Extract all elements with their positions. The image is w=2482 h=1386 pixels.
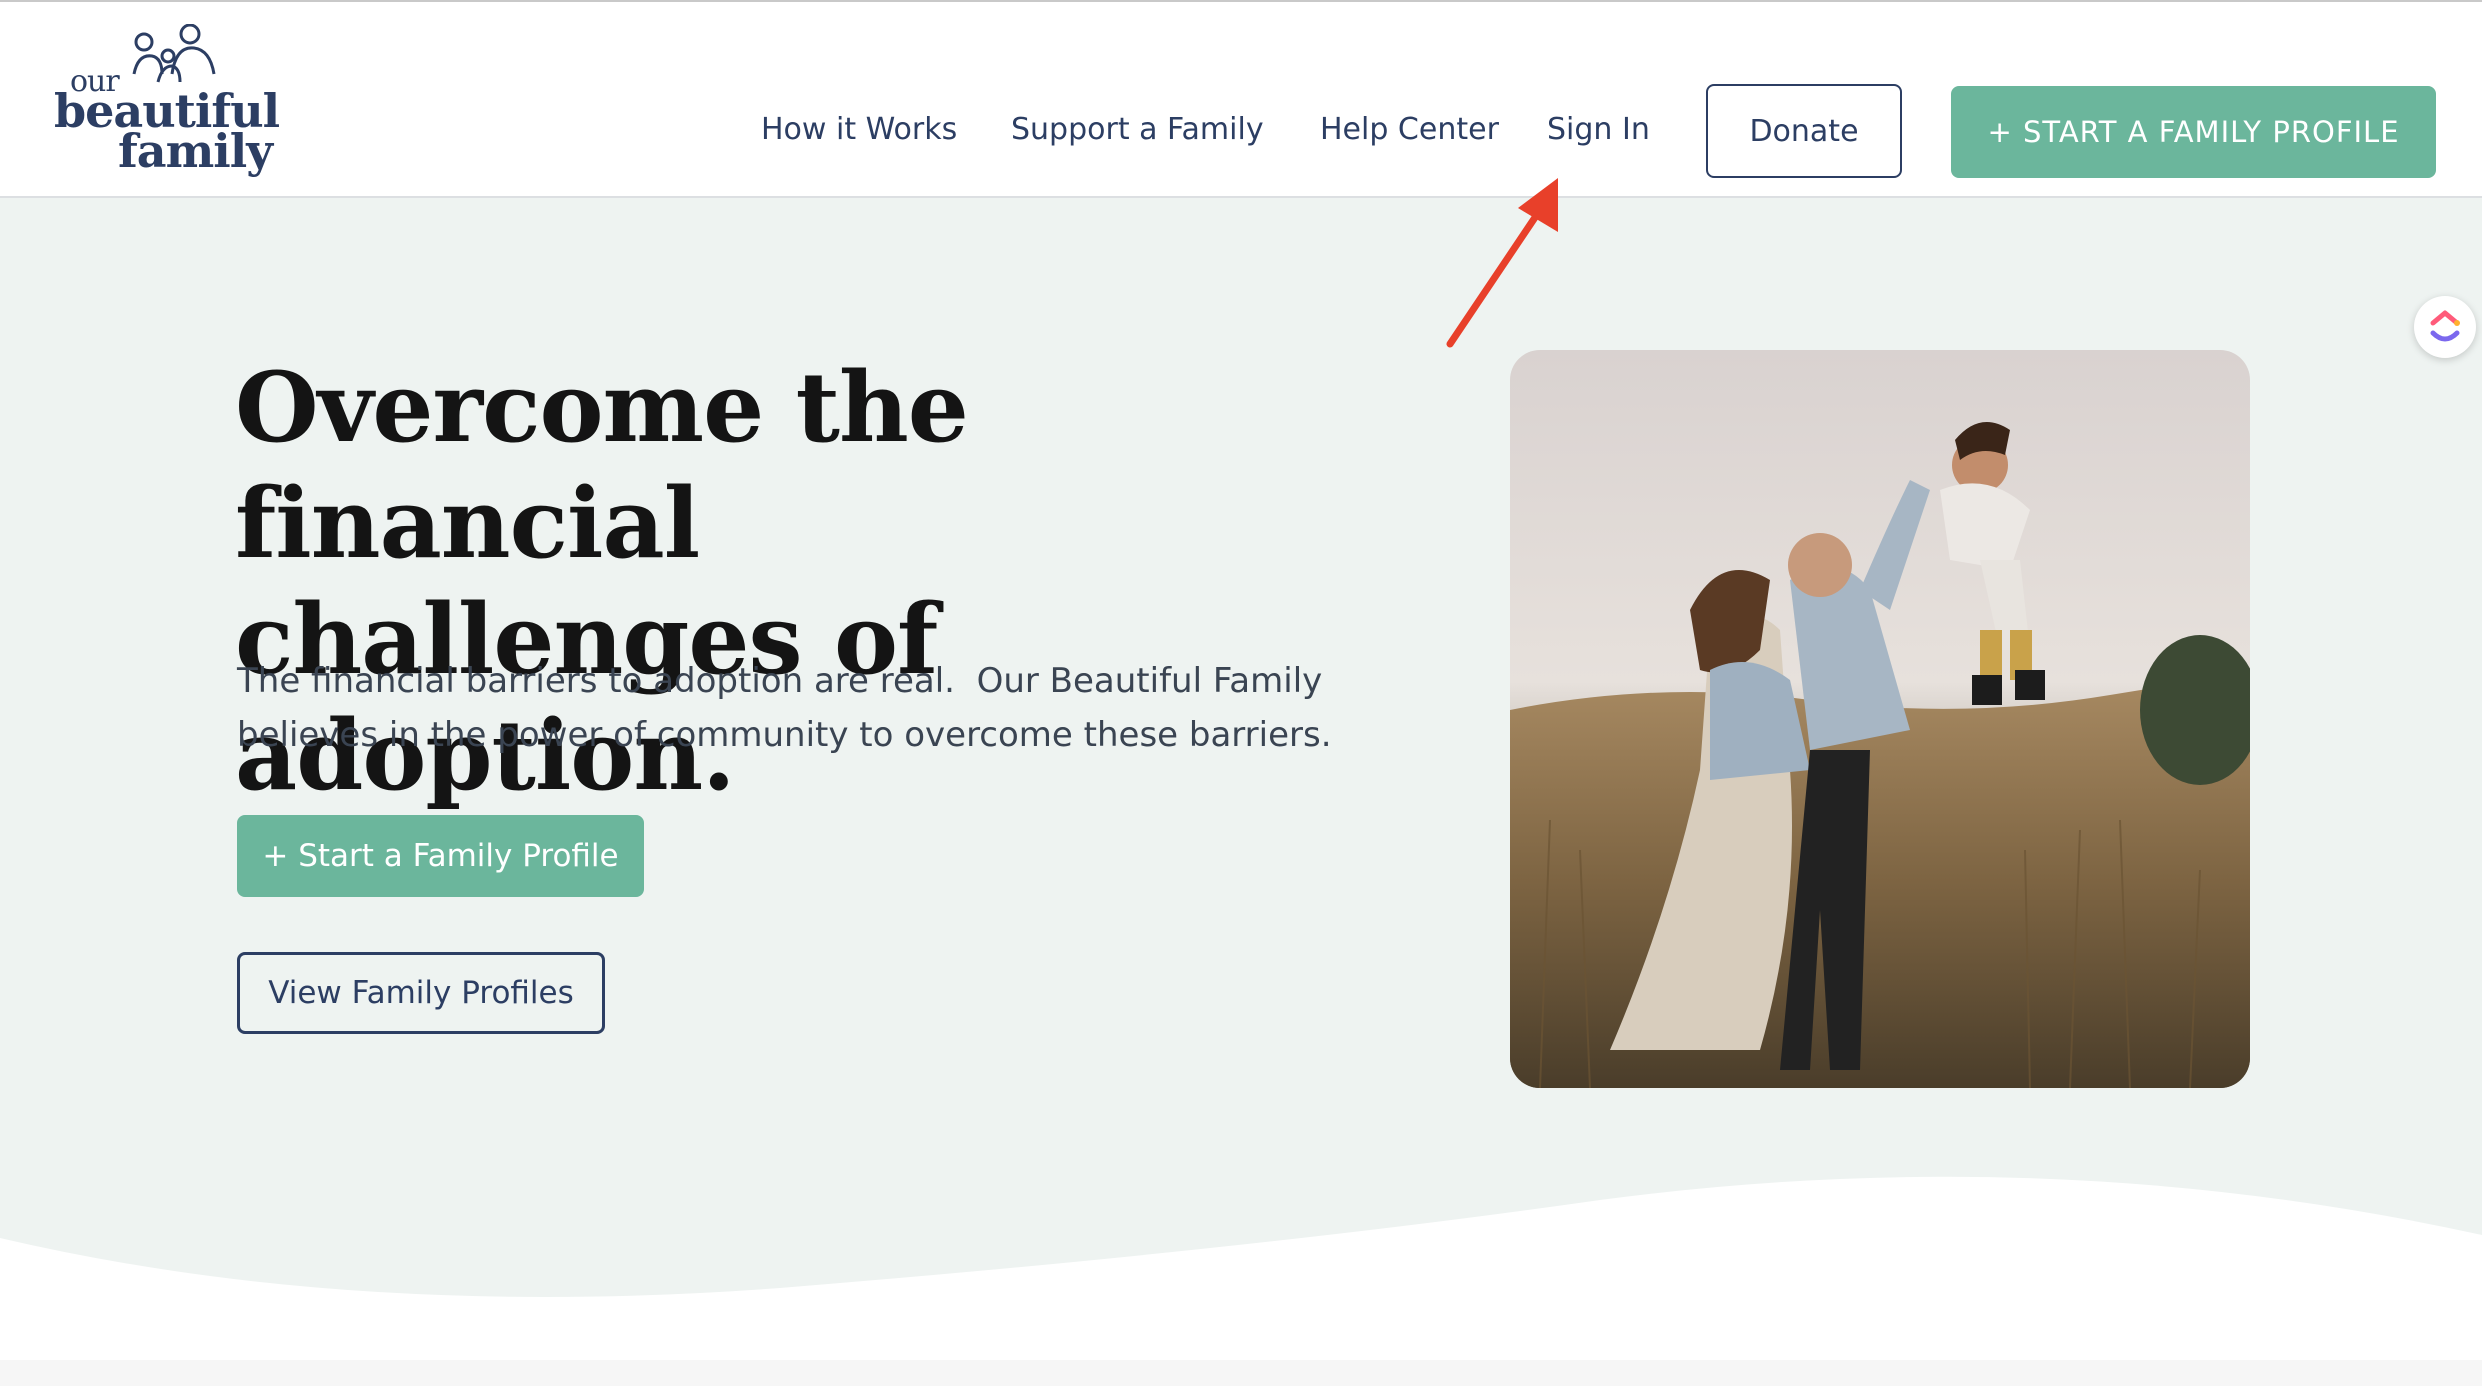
hero-subtitle-line-1: The financial barriers to adoption are r… xyxy=(237,661,1323,701)
clickup-icon xyxy=(2430,310,2460,342)
nav-support-a-family[interactable]: Support a Family xyxy=(1011,110,1264,150)
hero-title-line-1: Overcome the financial xyxy=(235,351,969,580)
hero-subtitle: The financial barriers to adoption are r… xyxy=(237,654,1367,762)
site-header: our beautiful family How it Works Suppor… xyxy=(0,2,2482,198)
family-figures-icon xyxy=(132,24,216,83)
view-family-profiles-button[interactable]: View Family Profiles xyxy=(237,952,605,1034)
nav-how-it-works[interactable]: How it Works xyxy=(761,110,957,150)
logo-word-family: family xyxy=(118,124,273,178)
hero-subtitle-line-2: believes in the power of community to ov… xyxy=(237,715,1332,755)
nav-sign-in[interactable]: Sign In xyxy=(1547,110,1650,150)
clickup-widget-button[interactable] xyxy=(2414,296,2476,358)
start-family-profile-button[interactable]: + Start a Family Profile xyxy=(237,815,644,897)
start-family-profile-header-button[interactable]: + START A FAMILY PROFILE xyxy=(1951,86,2436,178)
hero-family-photo xyxy=(1510,350,2250,1088)
site-logo[interactable]: our beautiful family xyxy=(52,24,282,184)
nav-help-center[interactable]: Help Center xyxy=(1320,110,1499,150)
donate-button[interactable]: Donate xyxy=(1706,84,1902,178)
annotation-arrow xyxy=(1446,178,1558,348)
hero-bottom-wave xyxy=(0,1176,2482,1386)
